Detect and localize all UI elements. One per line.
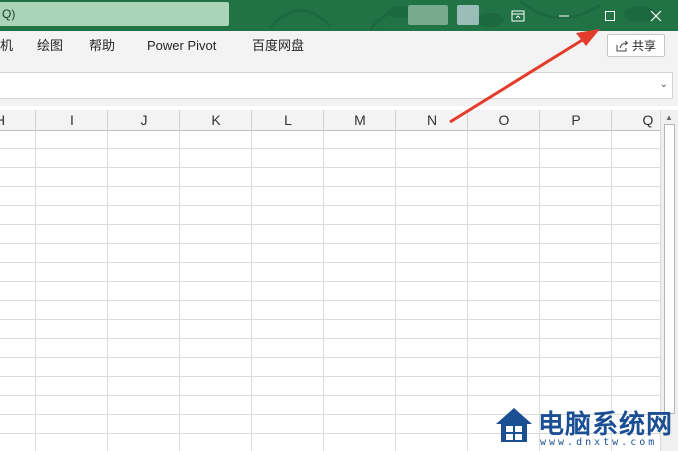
formula-input[interactable]: ⌄ xyxy=(0,72,673,99)
tab-baidu-netdisk[interactable]: 百度网盘 xyxy=(252,31,304,62)
watermark-title: 电脑系统网 xyxy=(538,410,674,440)
ribbon-display-icon xyxy=(511,10,525,21)
column-header-h[interactable]: H xyxy=(0,110,12,130)
house-logo-icon xyxy=(496,408,532,442)
title-bar: Q) xyxy=(0,0,678,31)
maximize-button[interactable] xyxy=(588,0,632,31)
account-avatar[interactable] xyxy=(408,5,448,25)
scroll-up-icon[interactable]: ▲ xyxy=(665,113,673,122)
minimize-icon xyxy=(559,15,569,16)
ribbon-display-options-button[interactable] xyxy=(496,0,540,31)
maximize-icon xyxy=(605,10,615,21)
account-name[interactable] xyxy=(457,5,479,25)
column-header-l[interactable]: L xyxy=(251,110,324,130)
watermark: 电脑系统网 www.dnxtw.com xyxy=(494,404,678,451)
column-header-p[interactable]: P xyxy=(539,110,612,130)
column-header-m[interactable]: M xyxy=(323,110,396,130)
tab-power-pivot[interactable]: Power Pivot xyxy=(147,31,216,62)
column-header-j[interactable]: J xyxy=(107,110,180,130)
search-input[interactable]: Q) xyxy=(0,2,229,26)
share-icon xyxy=(616,40,629,51)
tab-partial[interactable]: 机 xyxy=(0,31,13,62)
expand-formula-bar-icon[interactable]: ⌄ xyxy=(660,79,668,90)
close-button[interactable] xyxy=(634,0,678,31)
share-label: 共享 xyxy=(631,39,656,53)
column-header-row: H I J K L M N O P Q xyxy=(0,110,660,131)
vertical-scroll-thumb[interactable] xyxy=(664,124,675,414)
column-header-o[interactable]: O xyxy=(467,110,540,130)
vertical-scrollbar[interactable]: ▲ xyxy=(660,110,678,451)
ribbon-tab-row: 机 绘图 帮助 Power Pivot 百度网盘 xyxy=(0,31,678,62)
column-header-i[interactable]: I xyxy=(35,110,108,130)
tab-help[interactable]: 帮助 xyxy=(89,31,115,62)
column-header-k[interactable]: K xyxy=(179,110,252,130)
column-header-n[interactable]: N xyxy=(395,110,468,130)
cell-grid[interactable] xyxy=(0,130,660,451)
tab-draw[interactable]: 绘图 xyxy=(37,31,63,62)
share-button[interactable]: 共享 xyxy=(607,34,665,57)
close-icon xyxy=(650,10,662,21)
watermark-url: www.dnxtw.com xyxy=(540,437,658,448)
minimize-button[interactable] xyxy=(542,0,586,31)
